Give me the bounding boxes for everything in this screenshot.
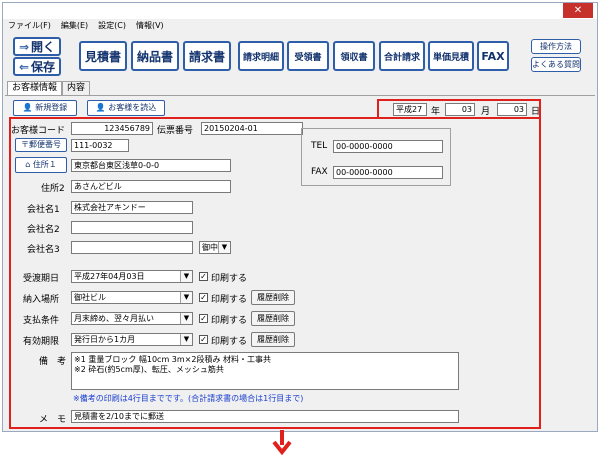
toolbar: ⇒ 開く ⇐ 保存 見積書 納品書 請求書 請求明細 受領書 領収書 合計請求 単価… (3, 33, 597, 79)
tab-content[interactable]: 内容 (62, 81, 91, 95)
address2-label: 住所2 (41, 184, 65, 194)
new-registration-button[interactable]: 👤 新規登録 (13, 100, 77, 116)
how-to-use-button[interactable]: 操作方法 (531, 39, 581, 54)
company1-label: 会社名1 (27, 205, 60, 215)
expiry-print-label: 印刷する (211, 337, 248, 347)
address1-field[interactable]: 東京都台東区浅草0-0-0 (71, 159, 231, 172)
expiry-print-checkbox[interactable]: ✓ (199, 335, 208, 344)
receipt-issue-button[interactable]: 領収書 (333, 41, 375, 71)
load-customer-button[interactable]: 👤 お客様を読込 (87, 100, 165, 116)
delivery-date-label: 受渡期日 (23, 274, 60, 284)
payment-terms-select[interactable]: 月末締め、翌々月払い ▼ (71, 312, 193, 325)
delivery-date-print-label: 印刷する (211, 274, 248, 284)
menu-edit[interactable]: 編集(E) (56, 19, 93, 33)
person-icon: 👤 (22, 103, 33, 112)
postal-code-field[interactable]: 111-0032 (71, 139, 129, 152)
menu-bar: ファイル(F) 編集(E) 設定(C) 情報(V) (3, 19, 597, 33)
delivery-date-print-checkbox[interactable]: ✓ (199, 272, 208, 281)
menu-file[interactable]: ファイル(F) (3, 19, 56, 33)
remarks-line-1: ※1 重量ブロック 幅10cm 3m×2段積み 材料・工事共 (74, 355, 272, 364)
invoice-detail-button[interactable]: 請求明細 (238, 41, 284, 71)
customer-code-field[interactable]: 123456789 (71, 122, 153, 135)
address1-button[interactable]: ⌂ 住所１ (15, 157, 67, 173)
company3-label: 会社名3 (27, 245, 60, 255)
company3-field[interactable] (71, 241, 193, 254)
payment-terms-print-checkbox[interactable]: ✓ (199, 314, 208, 323)
year-unit: 年 (431, 107, 441, 117)
delivery-date-select[interactable]: 平成27年04月03日 ▼ (71, 270, 193, 283)
memo-field[interactable]: 見積書を2/10までに郵送 (71, 410, 459, 423)
delivery-place-clear-history-button[interactable]: 履歴削除 (251, 290, 295, 305)
home-icon: ⌂ (25, 160, 31, 169)
chevron-down-icon: ▼ (180, 292, 192, 303)
save-button[interactable]: ⇐ 保存 (13, 57, 61, 76)
delivery-place-print-checkbox[interactable]: ✓ (199, 293, 208, 302)
tel-field[interactable]: 00-0000-0000 (333, 140, 443, 153)
chevron-down-icon: ▼ (218, 242, 230, 253)
payment-terms-clear-history-button[interactable]: 履歴削除 (251, 311, 295, 326)
delivery-place-print-label: 印刷する (211, 295, 248, 305)
month-unit: 月 (481, 107, 491, 117)
chevron-down-icon: ▼ (180, 313, 192, 324)
save-icon: ⇐ (18, 59, 30, 74)
customer-panel: 👤 新規登録 👤 お客様を読込 平成27 年 03 月 03 日 お客様コード … (5, 95, 595, 431)
company2-field[interactable] (71, 221, 193, 234)
delivery-note-button[interactable]: 納品書 (131, 41, 179, 71)
receipt-button[interactable]: 受領書 (287, 41, 329, 71)
app-window: ✕ ファイル(F) 編集(E) 設定(C) 情報(V) ⇒ 開く ⇐ 保存 見積書 納品書… (2, 2, 598, 432)
tab-bar: お客様情報 内容 (3, 81, 597, 95)
company1-field[interactable]: 株式会社アキンドー (71, 201, 193, 214)
slip-number-label: 伝票番号 (157, 126, 194, 136)
open-icon: ⇒ (18, 39, 30, 54)
open-button[interactable]: ⇒ 開く (13, 37, 61, 56)
estimate-button[interactable]: 見積書 (79, 41, 127, 71)
remarks-line-2: ※2 砕石(約5cm厚)、転圧、メッシュ筋共 (74, 365, 224, 374)
person-icon: 👤 (95, 103, 106, 112)
day-unit: 日 (531, 107, 541, 117)
fax-label: FAX (311, 167, 328, 177)
fax-button[interactable]: FAX (477, 41, 509, 71)
tab-customer-info[interactable]: お客様情報 (7, 81, 63, 95)
unit-price-estimate-button[interactable]: 単価見積 (428, 41, 474, 71)
payment-terms-print-label: 印刷する (211, 316, 248, 326)
fax-field[interactable]: 00-0000-0000 (333, 166, 443, 179)
memo-label: メ モ (39, 415, 67, 425)
down-arrow-icon (272, 430, 292, 456)
chevron-down-icon: ▼ (180, 334, 192, 345)
remarks-note: ※備考の印刷は4行目までです。(合計請求書の場合は1行目まで) (73, 394, 304, 403)
menu-settings[interactable]: 設定(C) (93, 19, 131, 33)
invoice-button[interactable]: 請求書 (183, 41, 231, 71)
menu-info[interactable]: 情報(V) (131, 19, 169, 33)
chevron-down-icon: ▼ (180, 271, 192, 282)
honorific-select[interactable]: 御中 ▼ (199, 241, 231, 254)
customer-code-label: お客様コード (11, 126, 66, 136)
address2-field[interactable]: あさんどビル (71, 180, 231, 193)
payment-terms-label: 支払条件 (23, 316, 60, 326)
title-bar: ✕ (3, 3, 597, 19)
close-icon[interactable]: ✕ (563, 3, 593, 18)
remarks-textarea[interactable]: ※1 重量ブロック 幅10cm 3m×2段積み 材料・工事共 ※2 砕石(約5cm… (71, 352, 459, 390)
expiry-select[interactable]: 発行日から1カ月 ▼ (71, 333, 193, 346)
delivery-place-label: 納入場所 (23, 295, 60, 305)
postal-icon: 〒 (21, 140, 29, 149)
faq-button[interactable]: よくある質問 (531, 57, 581, 72)
delivery-place-select[interactable]: 御社ビル ▼ (71, 291, 193, 304)
day-field[interactable]: 03 (497, 103, 527, 116)
total-invoice-button[interactable]: 合計請求 (379, 41, 425, 71)
tel-label: TEL (311, 141, 328, 151)
company2-label: 会社名2 (27, 225, 60, 235)
slip-number-field[interactable]: 20150204-01 (201, 122, 303, 135)
expiry-clear-history-button[interactable]: 履歴削除 (251, 332, 295, 347)
remarks-label: 備 考 (39, 357, 67, 367)
month-field[interactable]: 03 (445, 103, 475, 116)
postal-code-button[interactable]: 〒郵便番号 (15, 138, 67, 152)
expiry-label: 有効期限 (23, 337, 60, 347)
era-field[interactable]: 平成27 (393, 103, 427, 116)
